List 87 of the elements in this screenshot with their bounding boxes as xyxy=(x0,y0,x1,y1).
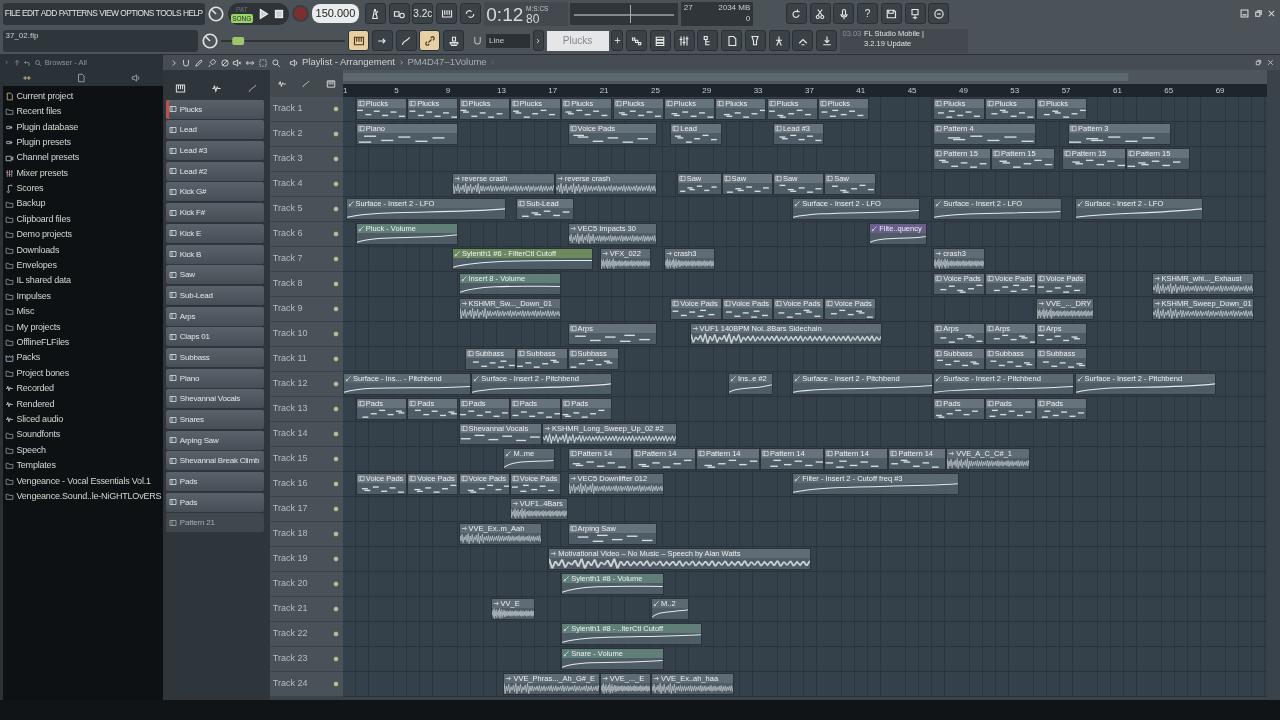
pattern-item[interactable]: Arping Saw xyxy=(166,430,264,450)
pattern-item[interactable]: Pads xyxy=(166,472,264,492)
pattern-item[interactable]: Pads xyxy=(166,492,264,512)
pattern-item[interactable]: Pattern 21 xyxy=(166,513,264,533)
menu-item[interactable]: ADD xyxy=(40,7,57,20)
pattern-selector[interactable]: Plucks xyxy=(546,30,609,51)
help-button[interactable]: ? xyxy=(857,3,879,24)
menu-item[interactable]: TOOLS xyxy=(155,7,182,20)
browser-item[interactable]: Mixer presets xyxy=(16,165,68,182)
browser-item[interactable]: Soundfonts xyxy=(16,427,61,443)
browser-item[interactable]: Envelopes xyxy=(16,258,57,274)
pattern-item[interactable]: Snares xyxy=(166,410,264,429)
browser-item[interactable]: Vengeance.Sound..le-NiGHTLOvERS xyxy=(16,488,162,505)
playlist-crumb: PM4D47–1Volume xyxy=(407,55,487,70)
browser-item[interactable]: Demo projects xyxy=(16,227,72,243)
pattern-item[interactable]: Plucks xyxy=(166,99,264,119)
pattern-item[interactable]: Lead xyxy=(166,120,264,140)
pattern-item[interactable]: Claps 01 xyxy=(166,327,264,347)
bar-number: 9 xyxy=(445,85,451,97)
browser-item[interactable]: Packs xyxy=(16,350,40,366)
browser-item[interactable]: Speech xyxy=(16,442,46,459)
pattern-item[interactable]: Kick B xyxy=(166,244,264,264)
polyphony-count: 0 xyxy=(745,12,751,24)
bar-number: 1 xyxy=(343,85,348,97)
browser-item[interactable]: Impulses xyxy=(16,288,51,305)
browser-item[interactable]: OfflineFLFiles xyxy=(16,335,70,351)
browser-item[interactable]: Clipboard files xyxy=(16,211,71,228)
menu-item[interactable]: HELP xyxy=(183,7,203,20)
browser-item[interactable]: Backup xyxy=(16,196,46,212)
pattern-item[interactable]: Kick G# xyxy=(166,182,264,202)
pattern-item[interactable]: Lead #2 xyxy=(166,161,264,181)
pattern-item[interactable]: Arps xyxy=(166,306,264,326)
browser-item[interactable]: Current project xyxy=(16,88,74,105)
bar-number: 29 xyxy=(702,85,712,97)
pattern-item[interactable]: Shevannai Vocals xyxy=(166,389,264,409)
browser-item[interactable]: Scores xyxy=(16,181,44,197)
bar-number: 57 xyxy=(1061,85,1071,97)
bar-number: 37 xyxy=(805,85,814,97)
bar-number: 53 xyxy=(1010,85,1020,97)
browser-item[interactable]: Misc xyxy=(16,304,35,320)
browser-item[interactable]: My projects xyxy=(16,319,61,335)
browser-item[interactable]: Sliced audio xyxy=(16,411,64,428)
playlist-title: Playlist - Arrangement xyxy=(302,55,395,70)
browser-item[interactable]: Plugin database xyxy=(16,119,79,135)
bar-number: 45 xyxy=(907,85,917,97)
pattern-item[interactable]: Subbass xyxy=(166,347,264,367)
bar-number: 13 xyxy=(497,85,506,97)
pattern-item[interactable]: Piano xyxy=(166,368,264,388)
pattern-item[interactable]: Lead #3 xyxy=(166,141,264,161)
bar-number: 21 xyxy=(599,85,609,97)
bar-number: 41 xyxy=(856,85,866,97)
browser-item[interactable]: Channel presets xyxy=(16,150,80,166)
browser-item[interactable]: Recorded xyxy=(16,381,54,397)
menu-item[interactable]: PATTERNS xyxy=(58,7,98,20)
bar-number: 49 xyxy=(959,85,968,97)
countdown-button[interactable]: 3.2c xyxy=(412,3,434,24)
browser-item[interactable]: Templates xyxy=(16,458,56,474)
bar-number: 61 xyxy=(1113,85,1122,97)
time-fraction: 80 xyxy=(526,11,541,26)
tempo-field[interactable]: 150.000 xyxy=(311,4,360,23)
project-name-field[interactable]: 37_02.flp xyxy=(2,29,198,52)
browser-item[interactable]: IL shared data xyxy=(16,273,71,289)
pattern-item[interactable]: Shevannai Break Climb xyxy=(166,451,264,471)
menu-item[interactable]: VIEW xyxy=(99,7,119,20)
pattern-item[interactable]: Kick E xyxy=(166,223,264,243)
voice-count: 27 xyxy=(683,1,693,13)
pattern-item[interactable]: Saw xyxy=(166,265,264,285)
menu-item[interactable]: FILE xyxy=(4,7,21,20)
browser-item[interactable]: Plugin presets xyxy=(16,134,71,151)
bar-number: 5 xyxy=(394,85,399,97)
bar-number: 33 xyxy=(753,85,763,97)
bar-number: 25 xyxy=(651,85,660,97)
browser-item[interactable]: Project bones xyxy=(16,365,69,382)
time-value: 0:12 xyxy=(486,3,524,26)
menu-item[interactable]: EDIT xyxy=(22,7,39,20)
browser-item[interactable]: Vengeance - Vocal Essentials Vol.1 xyxy=(16,473,151,489)
menu-item[interactable]: OPTIONS xyxy=(120,7,154,20)
bar-number: 69 xyxy=(1215,85,1225,97)
browser-item[interactable]: Rendered xyxy=(16,396,55,412)
browser-item[interactable]: Downloads xyxy=(16,242,60,259)
pattern-item[interactable]: Sub-Lead xyxy=(166,285,264,305)
pattern-item[interactable]: Kick F# xyxy=(166,203,264,223)
browser-item[interactable]: Recent files xyxy=(16,104,62,120)
snap-dropdown[interactable]: Line xyxy=(486,33,530,48)
memory-reading: 2034 MB xyxy=(718,1,751,13)
bar-number: 65 xyxy=(1164,85,1174,97)
bar-number: 17 xyxy=(548,85,558,97)
